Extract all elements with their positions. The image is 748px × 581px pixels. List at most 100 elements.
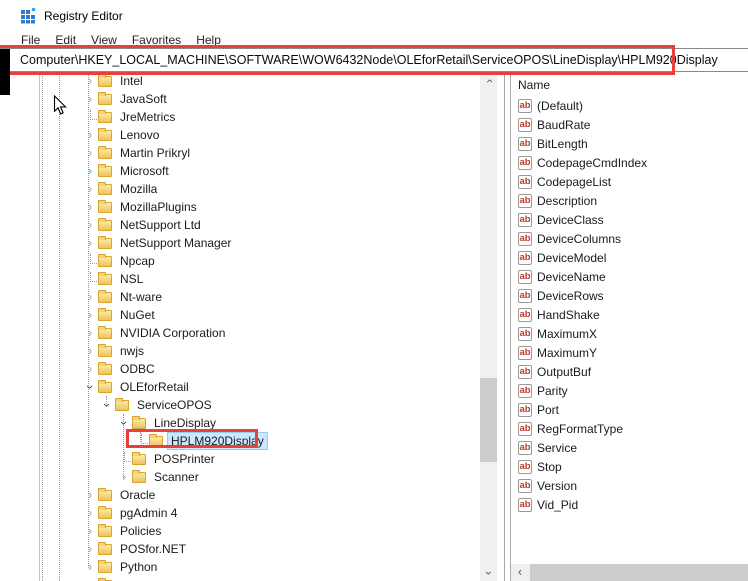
tree-item-lenovo[interactable]: ›Lenovo	[0, 126, 480, 144]
tree-item-scanner[interactable]: ›Scanner	[0, 468, 480, 486]
chevron-right-icon[interactable]: ›	[82, 146, 98, 160]
chevron-right-icon[interactable]: ›	[82, 560, 98, 574]
address-bar-input[interactable]: Computer\HKEY_LOCAL_MACHINE\SOFTWARE\WOW…	[0, 48, 748, 72]
tree-item-mozillaplugins[interactable]: ›MozillaPlugins	[0, 198, 480, 216]
tree-item-posprinter[interactable]: POSPrinter	[0, 450, 480, 468]
value-row-description[interactable]: abDescription	[511, 191, 748, 210]
value-row-devicemodel[interactable]: abDeviceModel	[511, 248, 748, 267]
value-row-version[interactable]: abVersion	[511, 476, 748, 495]
chevron-down-icon[interactable]: ›	[100, 397, 114, 413]
chevron-right-icon[interactable]: ›	[82, 326, 98, 340]
folder-icon	[98, 202, 112, 213]
tree-vertical-scrollbar[interactable]	[480, 72, 497, 581]
tree-item-intel[interactable]: ›Intel	[0, 72, 480, 90]
chevron-right-icon[interactable]: ›	[82, 182, 98, 196]
value-row-baudrate[interactable]: abBaudRate	[511, 115, 748, 134]
tree-item-label: POSPrinter	[151, 451, 218, 467]
tree-item-policies[interactable]: ›Policies	[0, 522, 480, 540]
menu-help[interactable]: Help	[196, 33, 221, 47]
tree-item-label: pgAdmin 4	[117, 505, 180, 521]
horizontal-scrollbar-thumb[interactable]	[530, 564, 748, 581]
tree-item-microsoft[interactable]: ›Microsoft	[0, 162, 480, 180]
tree-item-posfor-net[interactable]: ›POSfor.NET	[0, 540, 480, 558]
scroll-down-button[interactable]	[480, 564, 497, 581]
menu-favorites[interactable]: Favorites	[132, 33, 181, 47]
value-row-stop[interactable]: abStop	[511, 457, 748, 476]
value-row-devicename[interactable]: abDeviceName	[511, 267, 748, 286]
value-row-handshake[interactable]: abHandShake	[511, 305, 748, 324]
chevron-right-icon[interactable]: ›	[82, 344, 98, 358]
chevron-right-icon[interactable]: ›	[82, 218, 98, 232]
tree-item-nsl[interactable]: NSL	[0, 270, 480, 288]
menu-bar: File Edit View Favorites Help	[0, 31, 748, 48]
tree-item-nwjs[interactable]: ›nwjs	[0, 342, 480, 360]
value-row-maximumx[interactable]: abMaximumX	[511, 324, 748, 343]
tree-item-javasoft[interactable]: ›JavaSoft	[0, 90, 480, 108]
tree-item-linedisplay[interactable]: ›LineDisplay	[0, 414, 480, 432]
tree-item-martin-prikryl[interactable]: ›Martin Prikryl	[0, 144, 480, 162]
tree-item-python[interactable]: ›Python	[0, 558, 480, 576]
reg-sz-icon: ab	[518, 213, 532, 227]
tree-item-pgadmin-4[interactable]: › pgAdmin 4	[0, 504, 480, 522]
value-row-regformattype[interactable]: abRegFormatType	[511, 419, 748, 438]
chevron-right-icon[interactable]: ›	[82, 308, 98, 322]
tree-item-serviceopos[interactable]: ›ServiceOPOS	[0, 396, 480, 414]
chevron-right-icon[interactable]: ›	[82, 92, 98, 106]
tree-item-npcap[interactable]: Npcap	[0, 252, 480, 270]
chevron-down-icon[interactable]: ›	[117, 415, 131, 431]
tree-item-nt-ware[interactable]: ›Nt-ware	[0, 288, 480, 306]
panel-splitter[interactable]	[504, 72, 511, 581]
value-row-vid-pid[interactable]: abVid_Pid	[511, 495, 748, 514]
folder-icon	[98, 148, 112, 159]
value-row-port[interactable]: abPort	[511, 400, 748, 419]
chevron-right-icon[interactable]: ›	[82, 128, 98, 142]
scroll-left-button[interactable]	[511, 564, 528, 581]
vertical-scrollbar-thumb[interactable]	[480, 378, 497, 462]
chevron-right-icon[interactable]: ›	[82, 542, 98, 556]
values-horizontal-scrollbar[interactable]	[511, 564, 748, 581]
tree-item-jremetrics[interactable]: JreMetrics	[0, 108, 480, 126]
tree-item-oleforretail[interactable]: ›OLEforRetail	[0, 378, 480, 396]
tree-item-netsupport-manager[interactable]: › NetSupport Manager	[0, 234, 480, 252]
value-row-devicecolumns[interactable]: abDeviceColumns	[511, 229, 748, 248]
value-name: MaximumY	[537, 346, 597, 360]
value-row-deviceclass[interactable]: abDeviceClass	[511, 210, 748, 229]
folder-icon	[98, 256, 112, 267]
chevron-right-icon[interactable]: ›	[116, 470, 132, 484]
tree-item-nvidia-corporation[interactable]: ›NVIDIA Corporation	[0, 324, 480, 342]
column-header-name[interactable]: Name	[511, 72, 748, 96]
value-row-outputbuf[interactable]: abOutputBuf	[511, 362, 748, 381]
value-row-service[interactable]: abService	[511, 438, 748, 457]
menu-view[interactable]: View	[91, 33, 117, 47]
value-row-parity[interactable]: abParity	[511, 381, 748, 400]
value-row-devicerows[interactable]: abDeviceRows	[511, 286, 748, 305]
value-row-codepagelist[interactable]: abCodepageList	[511, 172, 748, 191]
chevron-right-icon[interactable]: ›	[82, 200, 98, 214]
value-row-maximumy[interactable]: abMaximumY	[511, 343, 748, 362]
menu-file[interactable]: File	[21, 33, 40, 47]
value-row-bitlength[interactable]: abBitLength	[511, 134, 748, 153]
chevron-right-icon[interactable]: ›	[82, 524, 98, 538]
value-row-default[interactable]: ab(Default)	[511, 96, 748, 115]
chevron-right-icon[interactable]: ›	[82, 488, 98, 502]
tree-item-hplm920display[interactable]: HPLM920Display	[0, 432, 480, 450]
chevron-right-icon[interactable]: ›	[82, 236, 98, 250]
folder-icon	[98, 508, 112, 519]
chevron-right-icon[interactable]: ›	[82, 506, 98, 520]
chevron-right-icon[interactable]: ›	[82, 164, 98, 178]
tree-item-label: NetSupport Manager	[117, 235, 234, 251]
tree-item-nuget[interactable]: ›NuGet	[0, 306, 480, 324]
tree-item-netsupport-ltd[interactable]: ›NetSupport Ltd	[0, 216, 480, 234]
chevron-down-icon[interactable]: ›	[83, 379, 97, 395]
tree-item-partial[interactable]	[0, 576, 480, 581]
menu-edit[interactable]: Edit	[55, 33, 76, 47]
tree-item-label: ODBC	[117, 361, 158, 377]
tree-item-oracle[interactable]: ›Oracle	[0, 486, 480, 504]
chevron-right-icon[interactable]: ›	[82, 362, 98, 376]
chevron-right-icon[interactable]: ›	[82, 74, 98, 88]
scroll-up-button[interactable]	[480, 72, 497, 89]
tree-item-mozilla[interactable]: ›Mozilla	[0, 180, 480, 198]
tree-item-odbc[interactable]: › ODBC	[0, 360, 480, 378]
chevron-right-icon[interactable]: ›	[82, 290, 98, 304]
value-row-codepagecmdindex[interactable]: abCodepageCmdIndex	[511, 153, 748, 172]
